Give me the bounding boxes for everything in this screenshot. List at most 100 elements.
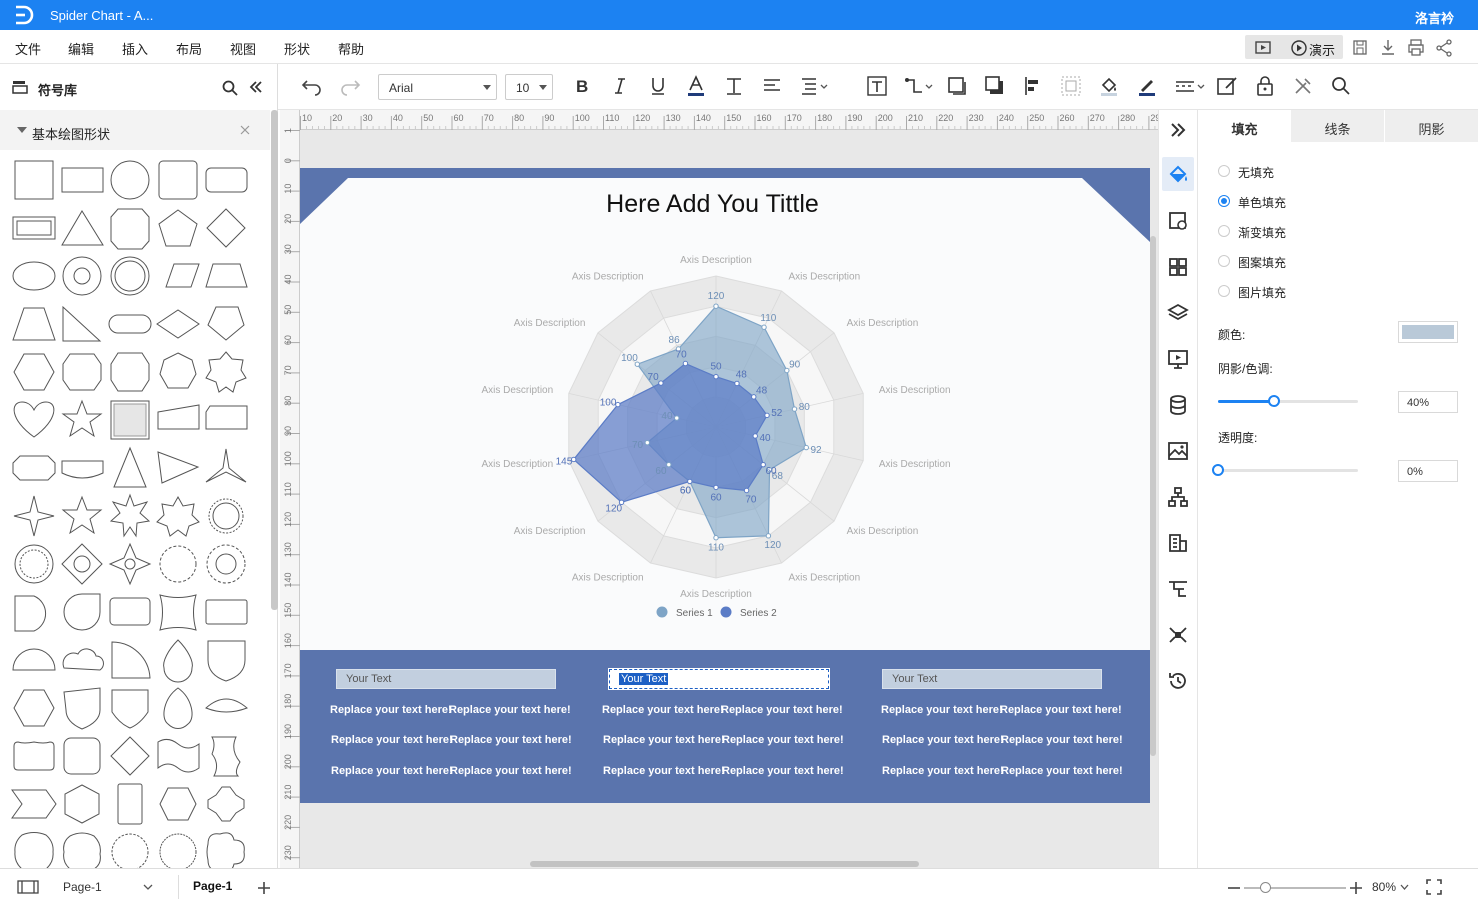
option-gradient-fill[interactable]: 渐变填充 [1238,224,1286,241]
fill-color-icon[interactable] [1098,75,1120,97]
present-button[interactable]: 演示 [1309,40,1335,59]
menu-layout[interactable]: 布局 [176,39,202,58]
grid-icon[interactable] [1166,255,1190,279]
underline-icon[interactable] [647,75,669,97]
radar-data-point[interactable] [674,415,680,421]
legend-marker[interactable] [656,606,668,618]
replace-text[interactable]: Replace your text here! [722,734,844,746]
add-page-icon[interactable] [257,881,271,895]
radar-data-point[interactable] [713,373,719,380]
category-header[interactable]: 基本绘图形状 [0,110,270,150]
transparency-slider-handle[interactable] [1212,464,1224,476]
shade-slider[interactable] [1218,395,1358,407]
replace-text[interactable]: Replace your text here! [1001,734,1123,746]
text-style-icon[interactable] [723,75,745,97]
replace-text[interactable]: Replace your text here! [603,765,725,777]
tab-shadow[interactable]: 阴影 [1385,110,1478,142]
radar-data-point[interactable] [658,380,664,386]
replace-text[interactable]: Replace your text here! [882,734,1004,746]
tab-page-1[interactable]: Page-1 [193,879,232,893]
line-color-icon[interactable] [1136,75,1158,97]
shape-panel-scrollbar[interactable] [271,110,278,610]
zoom-out-icon[interactable] [1227,881,1241,895]
menu-shape[interactable]: 形状 [284,39,310,58]
tab-line[interactable]: 线条 [1291,110,1384,142]
download-icon[interactable] [1380,36,1396,60]
radar-data-point[interactable] [734,380,740,387]
bold-icon[interactable]: B [571,75,593,97]
font-family-select[interactable]: Arial [378,74,497,100]
menu-file[interactable]: 文件 [15,39,41,58]
replace-text[interactable]: Replace your text here! [449,704,571,716]
option-picture-fill[interactable]: 图片填充 [1238,284,1286,301]
italic-icon[interactable] [609,75,631,97]
page-settings-icon[interactable] [1166,209,1190,233]
line-style-icon[interactable] [1174,75,1206,97]
mindmap-icon[interactable] [1166,623,1190,647]
text-box-icon[interactable] [866,75,888,97]
font-size-select[interactable]: 10 [505,74,553,100]
canvas-vertical-scrollbar[interactable] [1150,236,1156,756]
legend-label[interactable]: Series 2 [740,608,777,619]
radio-picture-fill[interactable] [1218,285,1230,297]
find-icon[interactable] [1330,75,1352,97]
transparency-slider[interactable] [1212,464,1358,476]
replace-text[interactable]: Replace your text here! [331,734,453,746]
radio-gradient-fill[interactable] [1218,225,1230,237]
radar-data-point[interactable] [682,360,689,367]
text-box-1[interactable]: Your Text [336,669,556,689]
radar-data-point[interactable] [713,535,719,541]
radar-data-point[interactable] [803,444,809,451]
user-name[interactable]: 洛言衿 [1415,8,1454,27]
radar-data-point[interactable] [764,412,770,419]
spider-chart[interactable]: 1201109080926812011060607040100865048485… [300,168,1150,650]
option-no-fill[interactable]: 无填充 [1238,164,1274,181]
replace-text[interactable]: Replace your text here! [603,734,725,746]
diagram-page[interactable]: Here Add You Tittle 120 110 90 80 92 68 120 110… [300,168,1150,803]
table-icon[interactable] [1166,531,1190,555]
menu-insert[interactable]: 插入 [122,39,148,58]
radar-data-point[interactable] [765,533,772,539]
shape-grid[interactable] [0,150,270,868]
bring-front-icon[interactable] [946,75,968,97]
play-icon[interactable] [1290,36,1308,60]
shade-slider-handle[interactable] [1268,395,1280,407]
radar-data-point[interactable] [761,324,767,330]
tab-fill[interactable]: 填充 [1198,110,1291,142]
image-icon[interactable] [1166,439,1190,463]
zoom-level[interactable]: 80% [1372,880,1396,894]
font-color-icon[interactable] [685,75,707,97]
group-icon[interactable] [1060,75,1082,97]
send-back-icon[interactable] [984,75,1006,97]
replace-text[interactable]: Replace your text here! [330,704,452,716]
option-pattern-fill[interactable]: 图案填充 [1238,254,1286,271]
redo-icon[interactable] [339,75,361,97]
replace-text[interactable]: Replace your text here! [602,704,724,716]
history-icon[interactable] [1166,669,1190,693]
save-icon[interactable] [1352,36,1368,60]
radar-data-point[interactable] [713,303,719,309]
outline-icon[interactable] [1166,577,1190,601]
text-box-2-selected[interactable]: Your Text [608,668,830,690]
align-left-icon[interactable] [1022,75,1044,97]
page-list-icon[interactable] [17,880,39,894]
replace-text[interactable]: Replace your text here! [450,734,572,746]
presentation-view-icon[interactable] [1254,36,1272,60]
database-icon[interactable] [1166,393,1190,417]
zoom-in-icon[interactable] [1349,881,1363,895]
lock-icon[interactable] [1254,75,1276,97]
close-icon[interactable] [240,125,250,135]
menu-edit[interactable]: 编辑 [68,39,94,58]
replace-text[interactable]: Replace your text here! [1000,704,1122,716]
tools-icon[interactable] [1292,75,1314,97]
replace-text[interactable]: Replace your text here! [881,704,1003,716]
page-selector[interactable]: Page-1 [63,880,102,894]
shade-value[interactable]: 40% [1398,391,1458,413]
legend-label[interactable]: Series 1 [676,608,713,619]
zoom-slider-handle[interactable] [1260,882,1271,893]
radar-data-point[interactable] [752,433,758,439]
replace-text[interactable]: Replace your text here! [331,765,453,777]
print-icon[interactable] [1407,36,1425,60]
menu-view[interactable]: 视图 [230,39,256,58]
org-chart-icon[interactable] [1166,485,1190,509]
